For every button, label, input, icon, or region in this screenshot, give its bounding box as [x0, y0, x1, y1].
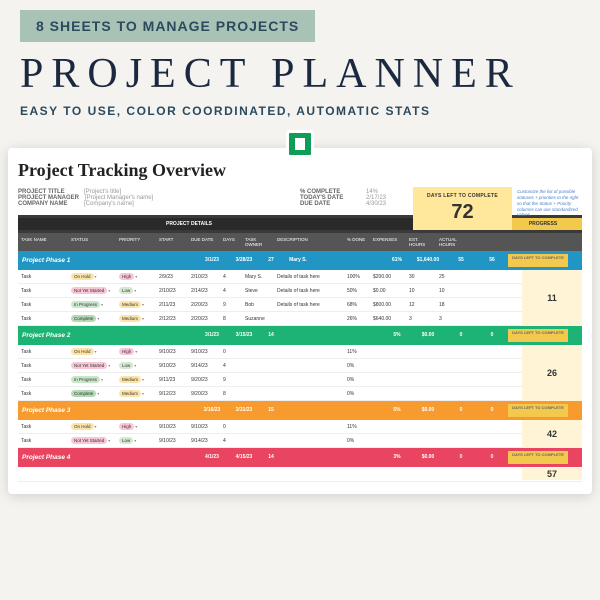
phases-container: Project Phase 13/1/233/28/2327Mary S.61%… — [18, 251, 582, 482]
phase-header: Project Phase 13/1/233/28/2327Mary S.61%… — [18, 251, 582, 270]
google-sheets-icon — [286, 130, 314, 158]
promo-header: 8 SHEETS TO MANAGE PROJECTS PROJECT PLAN… — [0, 0, 600, 123]
meta-section: PROJECT TITLE[Project's title] PROJECT M… — [18, 189, 582, 207]
col-header: DUE DATE — [188, 235, 220, 249]
meta-value: [Company's name] — [84, 201, 134, 207]
col-header: PRIORITY — [116, 235, 156, 249]
task-row: TaskComplete▾Medium▾9/12/239/20/2380% — [18, 387, 582, 401]
task-row: TaskNot Yet Started▾Low▾9/10/239/14/2340… — [18, 359, 582, 373]
meta-value: 4/30/23 — [366, 201, 386, 207]
meta-label: DUE DATE — [300, 201, 360, 207]
badge: 8 SHEETS TO MANAGE PROJECTS — [20, 10, 315, 42]
col-header: DAYS — [220, 235, 242, 249]
customize-note: Customize the list of possible statuses … — [517, 189, 582, 218]
col-header: START — [156, 235, 188, 249]
task-row: TaskNot Yet Started▾Low▾2/10/232/14/234S… — [18, 284, 582, 298]
subtitle: EASY TO USE, COLOR COORDINATED, AUTOMATI… — [20, 104, 580, 118]
task-row: TaskIn Progress▾Medium▾2/11/232/20/239Bo… — [18, 298, 582, 312]
days-left-value: 72 — [427, 201, 498, 224]
spreadsheet-preview: Project Tracking Overview PROJECT TITLE[… — [8, 148, 592, 494]
task-row: TaskComplete▾Medium▾2/12/232/20/238Suzan… — [18, 312, 582, 326]
col-header: ACTUAL HOURS — [436, 235, 468, 249]
phase-header: Project Phase 33/16/233/31/23155%$0.0000… — [18, 401, 582, 420]
task-row: TaskOn Hold▾High▾2/9/232/10/234Mary S.De… — [18, 270, 582, 284]
col-header: STATUS — [68, 235, 116, 249]
col-header: EST. HOURS — [406, 235, 436, 249]
phase-days-left: 42 — [522, 420, 582, 448]
col-header — [468, 235, 528, 249]
col-header: EXPENSES — [370, 235, 406, 249]
col-header: TASK NAME — [18, 235, 68, 249]
phase-days-left: 11 — [522, 270, 582, 326]
phase-header: Project Phase 44/1/234/15/23143%$0.0000D… — [18, 448, 582, 467]
phase-header: Project Phase 23/1/233/15/23145%$0.0000D… — [18, 326, 582, 345]
task-row: TaskNot Yet Started▾Low▾9/10/239/14/2340… — [18, 434, 582, 448]
column-header-row: TASK NAME STATUS PRIORITY START DUE DATE… — [18, 233, 582, 251]
days-left-box: DAYS LEFT TO COMPLETE 72 — [413, 187, 512, 230]
section-header: PROGRESS — [504, 218, 582, 230]
col-header: TASK OWNER — [242, 235, 274, 249]
sheet-title: Project Tracking Overview — [18, 160, 582, 181]
task-row: TaskOn Hold▾High▾9/10/239/10/23011% — [18, 345, 582, 359]
task-row: TaskOn Hold▾High▾9/10/239/10/23011% — [18, 420, 582, 434]
main-title: PROJECT PLANNER — [20, 50, 580, 98]
days-left-label: DAYS LEFT TO COMPLETE — [427, 193, 498, 199]
col-header: DESCRIPTION — [274, 235, 344, 249]
meta-label: COMPANY NAME — [18, 201, 78, 207]
phase-days-left: 26 — [522, 345, 582, 401]
col-header: % DONE — [344, 235, 370, 249]
task-row: TaskIn Progress▾Medium▾9/11/239/20/2390% — [18, 373, 582, 387]
section-header: PROJECT DETAILS — [18, 218, 360, 230]
